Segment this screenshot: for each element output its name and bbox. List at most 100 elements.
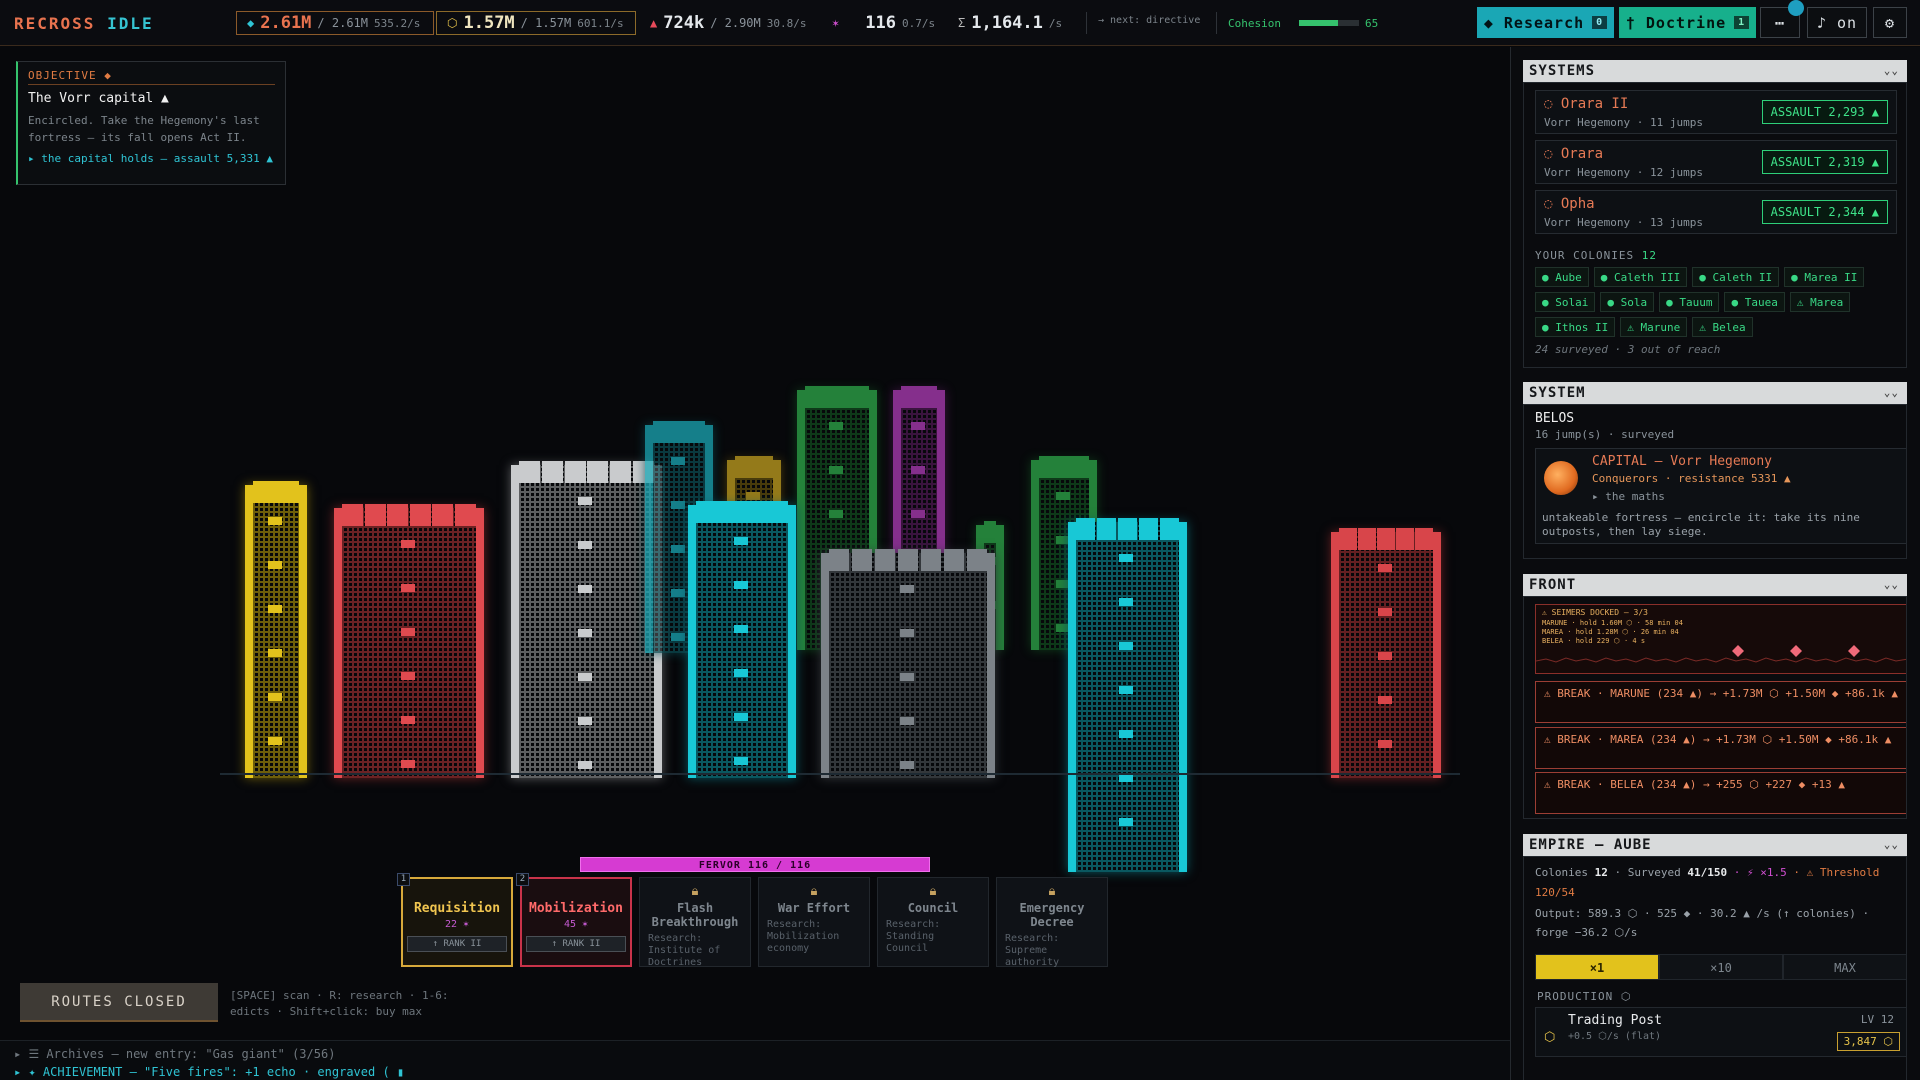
music-label: ♪ on bbox=[1816, 13, 1858, 32]
front-box bbox=[1523, 596, 1907, 819]
empire-title: EMPIRE — AUBE bbox=[1529, 837, 1652, 853]
hotkey-badge: 1 bbox=[397, 873, 410, 886]
top-bar: RECROSS IDLE ◆ 2.61M / 2.61M 535.2/s ⬡ 1… bbox=[0, 0, 1920, 46]
ability-requirement: Research: Mobilization economy bbox=[767, 919, 840, 954]
settings-button[interactable]: ⚙ bbox=[1873, 7, 1907, 38]
ability-requirement: Research: Institute of Doctrines bbox=[648, 933, 721, 968]
lock-icon: 🔒︎ bbox=[1048, 884, 1056, 899]
ability-emergency-decree[interactable]: 🔒︎ Emergency Decree Research: Supreme au… bbox=[996, 877, 1108, 968]
game-logo: RECROSS IDLE bbox=[14, 14, 154, 33]
military-cap: / 2.90M bbox=[710, 16, 761, 30]
system-header[interactable]: SYSTEM ⌄⌄ bbox=[1523, 382, 1907, 404]
research-label: ◆ Research bbox=[1483, 13, 1585, 32]
ability-requirement: Research: Standing Council bbox=[886, 919, 941, 954]
systems-box bbox=[1523, 82, 1907, 368]
alloy-value: 1.57M bbox=[463, 13, 515, 33]
front-header[interactable]: FRONT ⌄⌄ bbox=[1523, 574, 1907, 596]
building bbox=[821, 549, 995, 778]
divider bbox=[1216, 12, 1217, 34]
ability-flash-breakthrough[interactable]: 🔒︎ Flash Breakthrough Research: Institut… bbox=[639, 877, 751, 968]
alloy-icon: ⬡ bbox=[447, 16, 458, 30]
rank-up-button[interactable]: ↑ RANK II bbox=[407, 936, 507, 952]
building bbox=[1068, 518, 1187, 872]
credits-rate: 535.2/s bbox=[374, 16, 421, 30]
resource-sigma: Σ 1,164.1 /s bbox=[958, 11, 1062, 35]
objective-panel: OBJECTIVE ◆ The Vorr capital ▲ Encircled… bbox=[16, 61, 286, 185]
logo-part-2: IDLE bbox=[107, 14, 154, 33]
logo-part-1: RECROSS bbox=[14, 14, 96, 33]
collapse-icon[interactable]: ⌄⌄ bbox=[1884, 834, 1899, 856]
keyboard-hints: [SPACE] scan · R: research · 1-6: edicts… bbox=[230, 989, 449, 1018]
ability-cost: 22 ✶ bbox=[444, 919, 470, 930]
systems-header[interactable]: SYSTEMS ⌄⌄ bbox=[1523, 60, 1907, 82]
lock-icon: 🔒︎ bbox=[691, 884, 699, 899]
alloy-rate: 601.1/s bbox=[577, 16, 624, 30]
hotkey-badge: 2 bbox=[516, 873, 529, 886]
resource-fervor: ✶ 116 0.7/s bbox=[832, 11, 935, 35]
cohesion-fill bbox=[1298, 20, 1338, 26]
objective-description: Encircled. Take the Hegemony's last fort… bbox=[28, 114, 260, 144]
notification-dot bbox=[1788, 0, 1804, 16]
fervor-bar: FERVOR 116 / 116 bbox=[580, 857, 930, 872]
ability-name: Mobilization bbox=[529, 901, 623, 916]
rank-up-button[interactable]: ↑ RANK II bbox=[526, 936, 626, 952]
front-title: FRONT bbox=[1529, 577, 1577, 593]
fervor-rate: 0.7/s bbox=[901, 16, 936, 30]
ability-cost: 45 ✶ bbox=[563, 919, 589, 930]
sigma-value: 1,164.1 bbox=[971, 13, 1043, 33]
military-icon: ▲ bbox=[650, 16, 658, 30]
collapse-icon[interactable]: ⌄⌄ bbox=[1884, 382, 1899, 404]
alloy-cap: / 1.57M bbox=[520, 16, 572, 30]
ability-name: Requisition bbox=[413, 901, 501, 916]
systems-title: SYSTEMS bbox=[1529, 63, 1596, 79]
objective-hint: ▸ the capital holds — assault 5,331 ▲ bbox=[28, 152, 274, 165]
divider bbox=[1086, 12, 1087, 34]
research-badge: 0 bbox=[1592, 16, 1608, 29]
ability-name: Council bbox=[907, 901, 959, 915]
lock-icon: 🔒︎ bbox=[810, 884, 818, 899]
building bbox=[245, 481, 307, 778]
ability-requirement: Research: Supreme authority bbox=[1005, 933, 1060, 968]
routes-closed-button[interactable]: ROUTES CLOSED bbox=[20, 983, 218, 1022]
ability-requisition[interactable]: 1 Requisition 22 ✶ ↑ RANK II bbox=[397, 873, 513, 967]
military-rate: 30.8/s bbox=[766, 16, 807, 30]
right-panel: SYSTEMS ⌄⌄ ◌ Orara II Vorr Hegemony · 11 … bbox=[1510, 47, 1920, 1080]
cohesion-meter: Cohesion 65 bbox=[1228, 11, 1378, 35]
ability-council[interactable]: 🔒︎ Council Research: Standing Council bbox=[877, 877, 989, 967]
log-entry: ▸ ✦ ACHIEVEMENT — "Five fires": +1 echo … bbox=[14, 1065, 405, 1079]
resource-credits: ◆ 2.61M / 2.61M 535.2/s bbox=[236, 11, 434, 35]
next-directive: → next: directive bbox=[1098, 14, 1201, 26]
cohesion-value: 65 bbox=[1364, 16, 1379, 30]
doctrine-button[interactable]: † Doctrine 1 bbox=[1619, 7, 1756, 38]
collapse-icon[interactable]: ⌄⌄ bbox=[1884, 574, 1899, 596]
system-box bbox=[1523, 404, 1907, 559]
building bbox=[334, 504, 484, 778]
ability-name: War Effort bbox=[777, 901, 851, 915]
credits-cap: / 2.61M bbox=[317, 16, 368, 30]
resource-military: ▲ 724k / 2.90M 30.8/s bbox=[650, 11, 807, 35]
objective-tag: OBJECTIVE ◆ bbox=[28, 69, 275, 85]
ground-line bbox=[220, 773, 1460, 775]
music-toggle[interactable]: ♪ on bbox=[1807, 7, 1867, 38]
ability-mobilization[interactable]: 2 Mobilization 45 ✶ ↑ RANK II bbox=[516, 873, 632, 967]
cohesion-bar bbox=[1298, 20, 1359, 26]
resource-alloy: ⬡ 1.57M / 1.57M 601.1/s bbox=[436, 11, 636, 35]
doctrine-label: † Doctrine bbox=[1625, 13, 1727, 32]
event-log: ▸ ☰ Archives — new entry: "Gas giant" (3… bbox=[0, 1040, 1510, 1080]
research-button[interactable]: ◆ Research 0 bbox=[1477, 7, 1614, 38]
objective-title: The Vorr capital ▲ bbox=[28, 91, 169, 106]
system-title: SYSTEM bbox=[1529, 385, 1586, 401]
empire-header[interactable]: EMPIRE — AUBE ⌄⌄ bbox=[1523, 834, 1907, 856]
building bbox=[511, 461, 662, 778]
doctrine-badge: 1 bbox=[1734, 16, 1750, 29]
credits-value: 2.61M bbox=[260, 13, 312, 33]
fervor-value: 116 bbox=[865, 13, 896, 33]
sigma-icon: Σ bbox=[958, 16, 966, 30]
sigma-rate: /s bbox=[1048, 16, 1063, 30]
ability-war-effort[interactable]: 🔒︎ War Effort Research: Mobilization eco… bbox=[758, 877, 870, 967]
lock-icon: 🔒︎ bbox=[929, 884, 937, 899]
more-icon: ⋯ bbox=[1774, 13, 1786, 32]
log-entry: ▸ ☰ Archives — new entry: "Gas giant" (3… bbox=[14, 1047, 336, 1061]
ability-name: Flash Breakthrough bbox=[651, 901, 739, 929]
collapse-icon[interactable]: ⌄⌄ bbox=[1884, 60, 1899, 82]
